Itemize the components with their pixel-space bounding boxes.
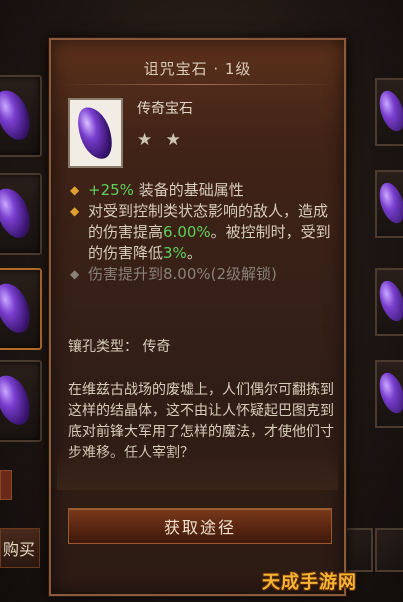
- gem-tooltip: 诅咒宝石 · 1级 传奇宝石 ★ ★ ◆ +25% 装备的基础属性 ◆ 对受到控…: [48, 37, 347, 597]
- gem-slot[interactable]: [375, 170, 403, 238]
- gem-slot[interactable]: [375, 360, 403, 428]
- bottom-right-frames: [343, 528, 403, 572]
- gem-slot[interactable]: [0, 173, 42, 255]
- tooltip-title: 诅咒宝石 · 1级: [143, 60, 252, 78]
- gem-slot[interactable]: [0, 75, 42, 157]
- gem-icon: [375, 87, 403, 135]
- gem-slot-selected[interactable]: [0, 268, 42, 350]
- property-value: 3%: [163, 244, 187, 262]
- gem-icon: [72, 102, 118, 164]
- gem-icon: [375, 277, 403, 325]
- gem-icon: [375, 179, 403, 227]
- property-value: +25%: [88, 181, 134, 199]
- gem-icon: [0, 183, 36, 243]
- property-value: 6.00%: [163, 223, 211, 241]
- small-red-button[interactable]: [0, 470, 12, 500]
- buy-button[interactable]: 购买: [0, 528, 40, 568]
- property-locked: ◆ 伤害提升到8.00%(2级解锁): [68, 264, 338, 285]
- gem-icon: [0, 278, 36, 338]
- star-rating: ★ ★: [137, 130, 185, 150]
- title-divider: [63, 84, 332, 85]
- socket-type: 镶孔类型： 传奇: [68, 339, 171, 355]
- property-control: ◆ 对受到控制类状态影响的敌人，造成的伤害提高6.00%。被控制时，受到的伤害降…: [68, 201, 338, 264]
- property-text: 装备的基础属性: [133, 181, 244, 199]
- property-base: ◆ +25% 装备的基础属性: [68, 180, 338, 201]
- gem-type-label: 传奇宝石: [137, 101, 193, 117]
- item-frame[interactable]: [375, 528, 403, 572]
- diamond-bullet-icon: ◆: [70, 204, 80, 218]
- diamond-bullet-icon: ◆: [70, 267, 80, 281]
- watermark: 天成手游网: [262, 572, 357, 593]
- gem-icon: [0, 85, 36, 145]
- gem-slot[interactable]: [375, 268, 403, 336]
- item-frame[interactable]: [343, 528, 373, 572]
- diamond-bullet-icon: ◆: [70, 183, 80, 197]
- property-text: 。: [186, 244, 202, 262]
- lore-fade: [57, 450, 338, 490]
- property-text: 伤害提升到8.00%(2级解锁): [88, 265, 277, 283]
- gem-icon: [0, 370, 36, 430]
- gem-portrait: [68, 98, 123, 168]
- gem-slot[interactable]: [375, 78, 403, 146]
- obtain-button[interactable]: 获取途径: [68, 508, 332, 544]
- gem-icon: [375, 369, 403, 417]
- gem-properties: ◆ +25% 装备的基础属性 ◆ 对受到控制类状态影响的敌人，造成的伤害提高6.…: [68, 180, 338, 285]
- gem-slot[interactable]: [0, 360, 42, 442]
